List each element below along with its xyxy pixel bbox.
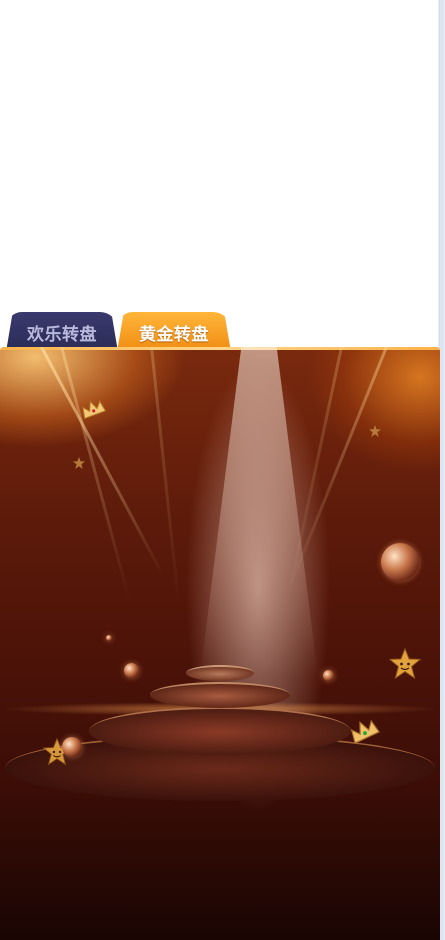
gold-turntable-stage [0, 347, 440, 940]
tab-happy-turntable[interactable]: 欢乐转盘 [6, 312, 118, 352]
light-streak [60, 347, 131, 599]
disco-ball-icon [381, 543, 419, 581]
disco-ball-icon [106, 635, 112, 641]
star-icon [73, 457, 85, 469]
star-icon [369, 425, 381, 437]
tab-gold-turntable[interactable]: 黄金转盘 [117, 312, 231, 352]
disco-ball-icon [124, 663, 139, 678]
light-streak [150, 347, 181, 606]
turntable-tabs: 欢乐转盘 黄金转盘 [0, 308, 440, 352]
stage-platform-middle [89, 707, 351, 755]
disco-ball-icon [62, 737, 82, 757]
light-streak [40, 347, 165, 578]
stage-top-border [0, 347, 440, 350]
tab-gold-turntable-label: 黄金转盘 [139, 324, 209, 345]
stage-platform-top [186, 665, 254, 681]
stage-platform-upper [150, 682, 290, 708]
light-streak [287, 347, 388, 589]
tab-happy-turntable-label: 欢乐转盘 [27, 324, 97, 345]
disco-ball-icon [323, 670, 334, 681]
spotlight-beam [200, 347, 318, 677]
crown-icon [82, 400, 107, 420]
star-smile-icon [388, 647, 422, 680]
